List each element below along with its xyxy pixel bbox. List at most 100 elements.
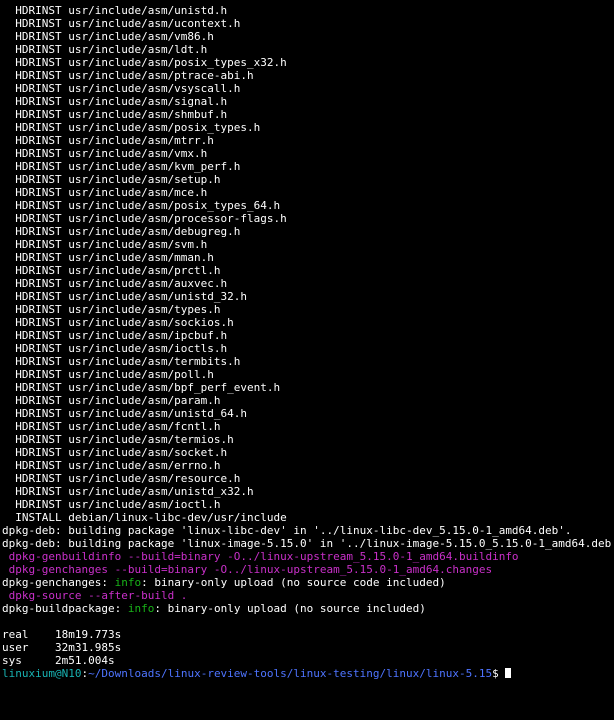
output-text: HDRINST usr/include/asm/ldt.h [2, 43, 207, 56]
output-text: HDRINST usr/include/asm/mce.h [2, 186, 207, 199]
output-text: HDRINST usr/include/asm/vm86.h [2, 30, 214, 43]
output-text: HDRINST usr/include/asm/resource.h [2, 472, 240, 485]
terminal-line: dpkg-deb: building package 'linux-libc-d… [2, 524, 612, 537]
terminal-line: dpkg-genchanges --build=binary -O../linu… [2, 563, 612, 576]
output-text: HDRINST usr/include/asm/termbits.h [2, 355, 240, 368]
terminal-line: HDRINST usr/include/asm/vsyscall.h [2, 82, 612, 95]
output-text: HDRINST usr/include/asm/types.h [2, 303, 221, 316]
output-text: HDRINST usr/include/asm/unistd_64.h [2, 407, 247, 420]
terminal-line: HDRINST usr/include/asm/unistd_x32.h [2, 485, 612, 498]
output-text: HDRINST usr/include/asm/vmx.h [2, 147, 207, 160]
prompt-line: linuxium@N10:~/Downloads/linux-review-to… [2, 667, 612, 680]
terminal-line: sys 2m51.004s [2, 654, 612, 667]
genchanges-message: : binary-only upload (no source code inc… [141, 576, 446, 589]
terminal-line: HDRINST usr/include/asm/unistd_32.h [2, 290, 612, 303]
output-text: HDRINST usr/include/asm/bpf_perf_event.h [2, 381, 280, 394]
output-text: HDRINST usr/include/asm/unistd.h [2, 4, 227, 17]
terminal-line: HDRINST usr/include/asm/unistd_64.h [2, 407, 612, 420]
output-text: dpkg-deb: building package 'linux-image-… [2, 537, 614, 550]
terminal-line: HDRINST usr/include/asm/mce.h [2, 186, 612, 199]
output-text: HDRINST usr/include/asm/kvm_perf.h [2, 160, 240, 173]
cursor[interactable] [505, 668, 511, 678]
terminal-line: HDRINST usr/include/asm/setup.h [2, 173, 612, 186]
output-text: HDRINST usr/include/asm/vsyscall.h [2, 82, 240, 95]
info-label: info [128, 602, 155, 615]
sys-time: sys 2m51.004s [2, 654, 115, 667]
terminal-line: dpkg-source --after-build . [2, 589, 612, 602]
output-text: HDRINST usr/include/asm/ptrace-abi.h [2, 69, 254, 82]
terminal-line: HDRINST usr/include/asm/posix_types_64.h [2, 199, 612, 212]
output-text: HDRINST usr/include/asm/posix_types_64.h [2, 199, 280, 212]
terminal-line: HDRINST usr/include/asm/ucontext.h [2, 17, 612, 30]
terminal-output[interactable]: HDRINST usr/include/asm/unistd.h HDRINST… [0, 0, 614, 682]
blank-line [2, 615, 9, 628]
terminal-line: HDRINST usr/include/asm/vm86.h [2, 30, 612, 43]
output-text: HDRINST usr/include/asm/signal.h [2, 95, 227, 108]
terminal-line: HDRINST usr/include/asm/ipcbuf.h [2, 329, 612, 342]
output-text: HDRINST usr/include/asm/errno.h [2, 459, 221, 472]
terminal-line: real 18m19.773s [2, 628, 612, 641]
terminal-line: HDRINST usr/include/asm/fcntl.h [2, 420, 612, 433]
output-text: HDRINST usr/include/asm/unistd_32.h [2, 290, 247, 303]
output-text: HDRINST usr/include/asm/ucontext.h [2, 17, 240, 30]
terminal-line: HDRINST usr/include/asm/termios.h [2, 433, 612, 446]
output-text: HDRINST usr/include/asm/socket.h [2, 446, 227, 459]
real-time: real 18m19.773s [2, 628, 121, 641]
buildpkg-message: : binary-only upload (no source included… [154, 602, 426, 615]
prompt-dollar: $ [492, 667, 505, 680]
prompt-userhost: linuxium@N10 [2, 667, 81, 680]
terminal-line: HDRINST usr/include/asm/termbits.h [2, 355, 612, 368]
user-time: user 32m31.985s [2, 641, 121, 654]
terminal-line: HDRINST usr/include/asm/posix_types_x32.… [2, 56, 612, 69]
terminal-line: dpkg-genbuildinfo --build=binary -O../li… [2, 550, 612, 563]
terminal-line: HDRINST usr/include/asm/types.h [2, 303, 612, 316]
output-text: INSTALL debian/linux-libc-dev/usr/includ… [2, 511, 287, 524]
terminal-line: HDRINST usr/include/asm/unistd.h [2, 4, 612, 17]
output-text: dpkg-deb: building package 'linux-libc-d… [2, 524, 572, 537]
terminal-line [2, 615, 612, 628]
terminal-line: HDRINST usr/include/asm/kvm_perf.h [2, 160, 612, 173]
prompt-path: ~/Downloads/linux-review-tools/linux-tes… [88, 667, 492, 680]
output-text: HDRINST usr/include/asm/termios.h [2, 433, 234, 446]
output-text: HDRINST usr/include/asm/debugreg.h [2, 225, 240, 238]
output-text: HDRINST usr/include/asm/processor-flags.… [2, 212, 287, 225]
terminal-line: INSTALL debian/linux-libc-dev/usr/includ… [2, 511, 612, 524]
terminal-line: HDRINST usr/include/asm/sockios.h [2, 316, 612, 329]
output-text: HDRINST usr/include/asm/svm.h [2, 238, 207, 251]
output-text: HDRINST usr/include/asm/ipcbuf.h [2, 329, 227, 342]
output-text: HDRINST usr/include/asm/posix_types_x32.… [2, 56, 287, 69]
terminal-line: HDRINST usr/include/asm/signal.h [2, 95, 612, 108]
output-text: HDRINST usr/include/asm/param.h [2, 394, 221, 407]
output-text: HDRINST usr/include/asm/prctl.h [2, 264, 221, 277]
terminal-line: HDRINST usr/include/asm/ioctl.h [2, 498, 612, 511]
terminal-line: dpkg-deb: building package 'linux-image-… [2, 537, 612, 550]
output-text: HDRINST usr/include/asm/ioctls.h [2, 342, 227, 355]
terminal-line: user 32m31.985s [2, 641, 612, 654]
terminal-line: HDRINST usr/include/asm/auxvec.h [2, 277, 612, 290]
terminal-line: HDRINST usr/include/asm/resource.h [2, 472, 612, 485]
terminal-line: HDRINST usr/include/asm/debugreg.h [2, 225, 612, 238]
output-text: HDRINST usr/include/asm/fcntl.h [2, 420, 221, 433]
terminal-line: HDRINST usr/include/asm/mtrr.h [2, 134, 612, 147]
output-text: HDRINST usr/include/asm/auxvec.h [2, 277, 227, 290]
terminal-line: HDRINST usr/include/asm/vmx.h [2, 147, 612, 160]
terminal-line: HDRINST usr/include/asm/processor-flags.… [2, 212, 612, 225]
terminal-line: HDRINST usr/include/asm/ldt.h [2, 43, 612, 56]
output-text: HDRINST usr/include/asm/poll.h [2, 368, 214, 381]
terminal-line: HDRINST usr/include/asm/posix_types.h [2, 121, 612, 134]
terminal-line: HDRINST usr/include/asm/mman.h [2, 251, 612, 264]
output-text: HDRINST usr/include/asm/setup.h [2, 173, 221, 186]
terminal-line: HDRINST usr/include/asm/bpf_perf_event.h [2, 381, 612, 394]
terminal-line: HDRINST usr/include/asm/prctl.h [2, 264, 612, 277]
terminal-line: dpkg-buildpackage: info: binary-only upl… [2, 602, 612, 615]
terminal-line: HDRINST usr/include/asm/ioctls.h [2, 342, 612, 355]
output-text: HDRINST usr/include/asm/mtrr.h [2, 134, 214, 147]
output-text: HDRINST usr/include/asm/mman.h [2, 251, 214, 264]
dpkg-source: dpkg-source --after-build . [2, 589, 187, 602]
terminal-line: HDRINST usr/include/asm/param.h [2, 394, 612, 407]
output-text: HDRINST usr/include/asm/ioctl.h [2, 498, 221, 511]
terminal-line: HDRINST usr/include/asm/svm.h [2, 238, 612, 251]
terminal-line: HDRINST usr/include/asm/shmbuf.h [2, 108, 612, 121]
terminal-line: dpkg-genchanges: info: binary-only uploa… [2, 576, 612, 589]
terminal-line: HDRINST usr/include/asm/poll.h [2, 368, 612, 381]
